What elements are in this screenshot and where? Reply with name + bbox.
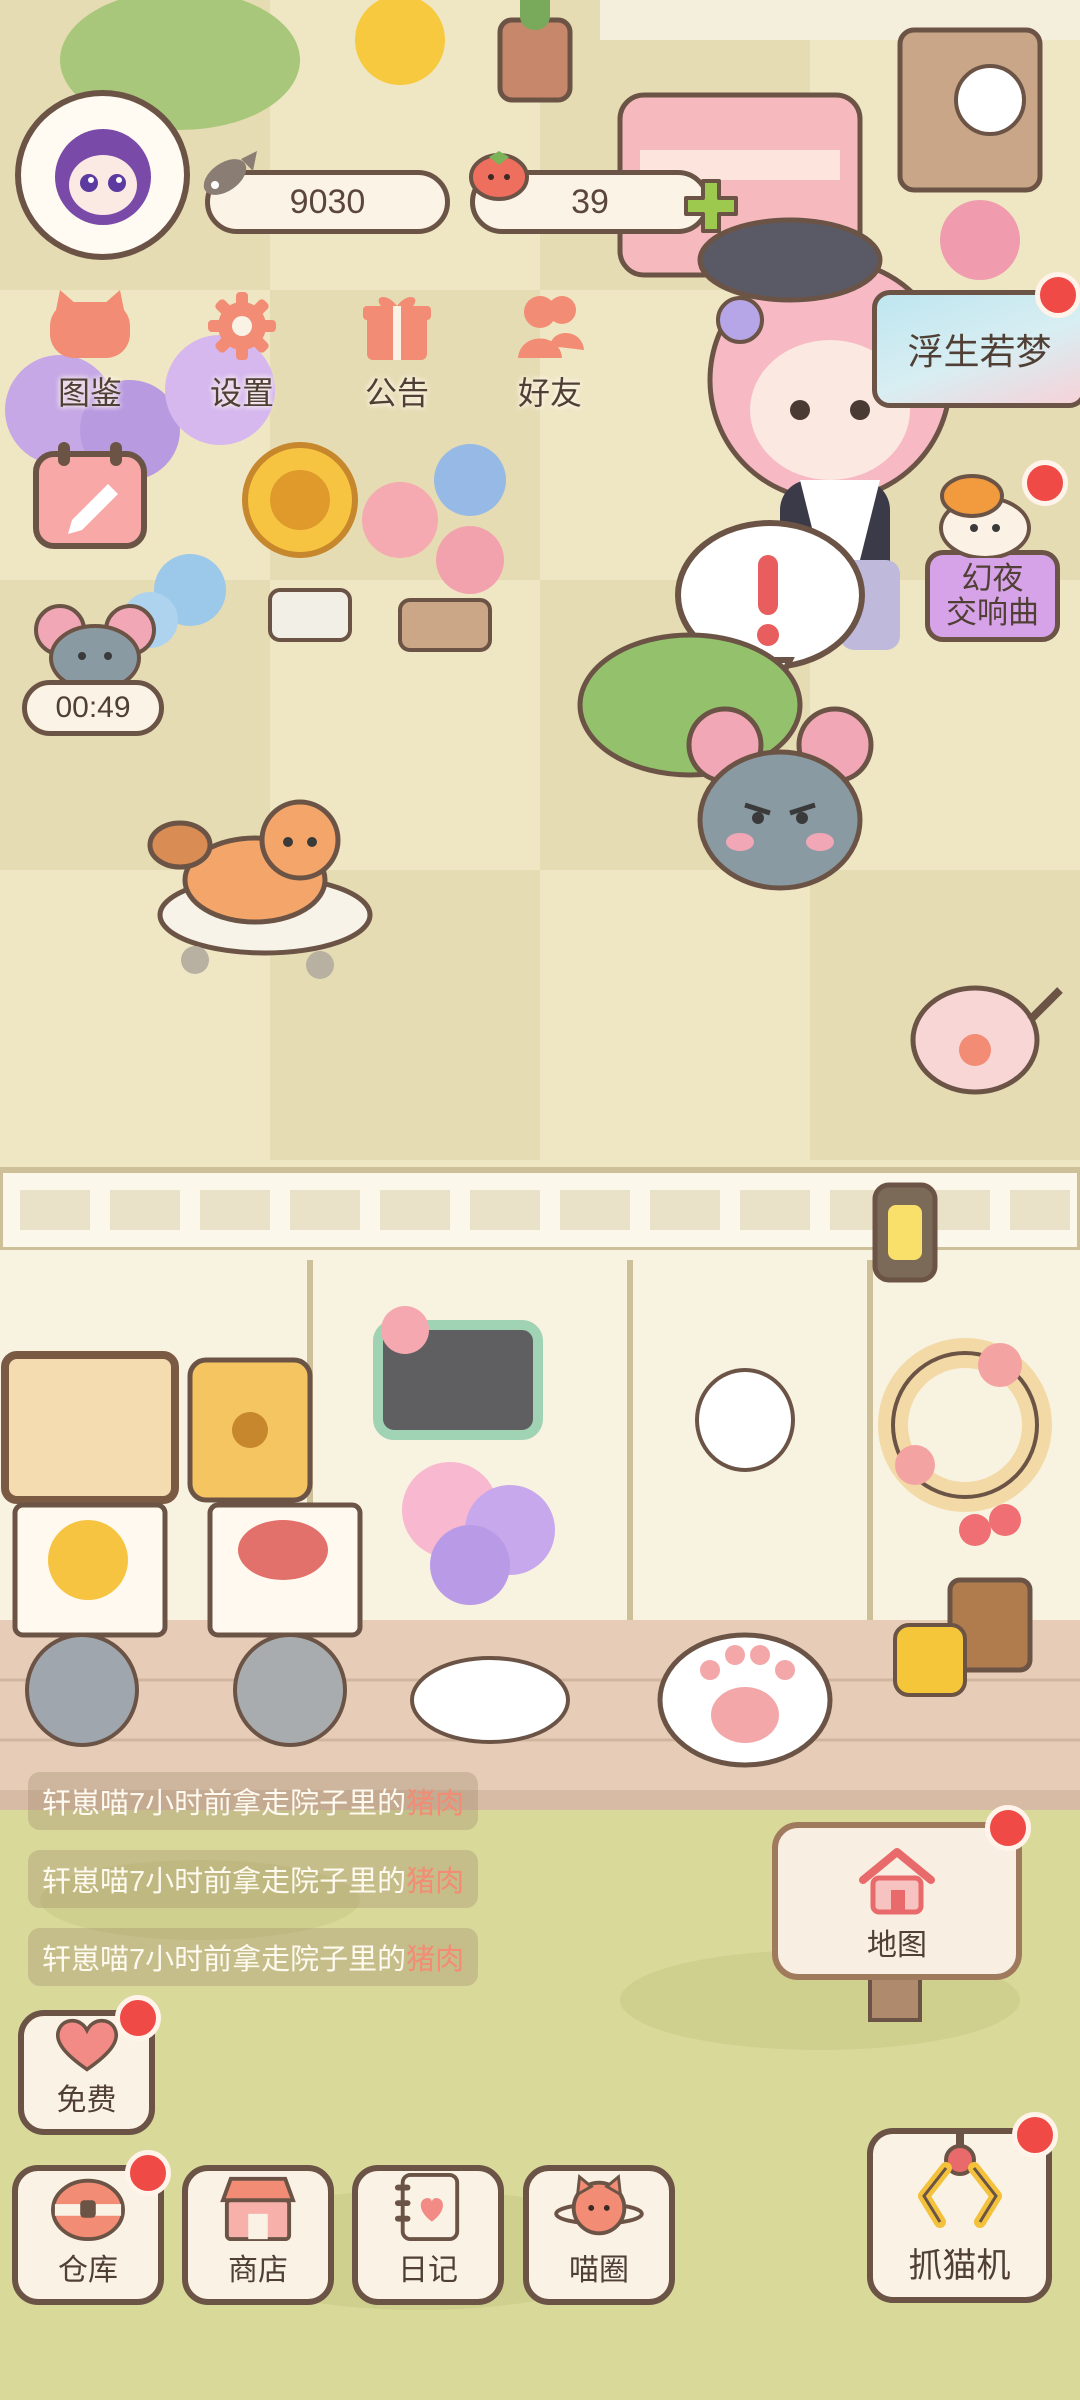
plus-icon bbox=[684, 179, 738, 233]
menu-collection-button[interactable]: 图鉴 bbox=[28, 288, 152, 414]
event-huanye-line2: 交响曲 bbox=[946, 595, 1039, 630]
notification-dot bbox=[1012, 2112, 1058, 2158]
cat-planet-icon bbox=[554, 2173, 644, 2236]
mouse-timer-icon bbox=[30, 600, 160, 692]
menu-friends-button[interactable]: 好友 bbox=[488, 288, 612, 414]
activity-log-item: 轩崽喵7小时前拿走院子里的 猪肉 bbox=[28, 1850, 479, 1908]
event-huanye-line1: 幻夜 bbox=[961, 561, 1024, 596]
calendar-button[interactable] bbox=[28, 440, 153, 552]
log-item: 猪肉 bbox=[406, 1788, 465, 1820]
fish-count: 9030 bbox=[289, 182, 366, 221]
diary-icon bbox=[394, 2172, 460, 2242]
claw-machine-label: 抓猫机 bbox=[908, 2247, 1011, 2285]
notification-dot bbox=[125, 2150, 171, 2196]
avatar-portrait-icon bbox=[54, 129, 151, 225]
heart-icon bbox=[55, 2018, 118, 2072]
log-item: 猪肉 bbox=[406, 1866, 465, 1898]
map-button[interactable]: 地图 bbox=[772, 1822, 1022, 1980]
activity-log-item: 轩崽喵7小时前拿走院子里的 猪肉 bbox=[28, 1928, 479, 1986]
house-icon bbox=[859, 1848, 935, 1915]
shop-icon bbox=[220, 2176, 296, 2242]
claw-icon bbox=[917, 2134, 1002, 2228]
fish-icon bbox=[203, 151, 257, 195]
notification-dot bbox=[985, 1805, 1031, 1851]
free-label: 免费 bbox=[56, 2084, 117, 2117]
tomato-count: 39 bbox=[571, 182, 609, 221]
log-text: 轩崽喵7小时前拿走院子里的 bbox=[42, 1788, 407, 1820]
gear-icon bbox=[208, 292, 276, 360]
shop-button[interactable]: 商店 bbox=[182, 2165, 334, 2305]
menu-settings-label: 设置 bbox=[209, 375, 274, 411]
menu-settings-button[interactable]: 设置 bbox=[180, 288, 304, 414]
event-huanye-button[interactable]: 幻夜 交响曲 bbox=[925, 550, 1060, 642]
notification-dot bbox=[1035, 272, 1080, 318]
warehouse-label: 仓库 bbox=[58, 2254, 118, 2287]
calendar-edit-icon bbox=[33, 442, 147, 549]
add-tomato-button[interactable] bbox=[680, 175, 742, 237]
log-item: 猪肉 bbox=[406, 1944, 465, 1976]
tomato-icon bbox=[469, 151, 529, 201]
friends-icon bbox=[518, 296, 584, 358]
player-avatar[interactable] bbox=[15, 90, 190, 260]
timer-text: 00:49 bbox=[55, 691, 131, 724]
menu-notice-button[interactable]: 公告 bbox=[335, 288, 459, 414]
cat-head-icon bbox=[50, 290, 130, 358]
log-text: 轩崽喵7小时前拿走院子里的 bbox=[42, 1866, 407, 1898]
cat-circle-label: 喵圈 bbox=[569, 2254, 629, 2287]
gift-icon bbox=[363, 296, 431, 360]
timer-pill: 00:49 bbox=[22, 680, 164, 736]
shop-label: 商店 bbox=[228, 2254, 288, 2287]
cat-circle-button[interactable]: 喵圈 bbox=[523, 2165, 675, 2305]
notification-dot bbox=[1022, 460, 1068, 506]
event-fusheng-label: 浮生若梦 bbox=[907, 331, 1052, 372]
warehouse-icon bbox=[51, 2178, 125, 2242]
activity-log-item: 轩崽喵7小时前拿走院子里的 猪肉 bbox=[28, 1772, 479, 1830]
map-label: 地图 bbox=[867, 1929, 927, 1962]
diary-label: 日记 bbox=[398, 2254, 458, 2287]
menu-notice-label: 公告 bbox=[364, 375, 429, 411]
log-text: 轩崽喵7小时前拿走院子里的 bbox=[42, 1944, 407, 1976]
menu-friends-label: 好友 bbox=[517, 375, 582, 411]
diary-button[interactable]: 日记 bbox=[352, 2165, 504, 2305]
menu-collection-label: 图鉴 bbox=[57, 375, 122, 411]
notification-dot bbox=[115, 1995, 161, 2041]
